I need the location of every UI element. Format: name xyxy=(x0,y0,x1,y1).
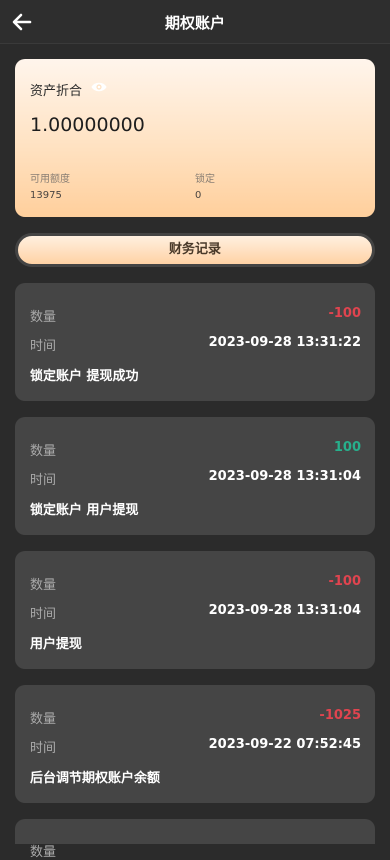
time-value: 2023-09-28 13:31:04 xyxy=(208,603,361,618)
page-title: 期权账户 xyxy=(164,14,225,32)
record-card: 数量 -1025 时间 2023-09-22 07:52:45 后台调节期权账户… xyxy=(15,685,375,803)
record-description: 用户提现 xyxy=(30,637,83,652)
locked-label: 锁定 xyxy=(195,174,215,185)
quantity-value: -100 xyxy=(328,306,361,321)
asset-label: 资产折合 xyxy=(30,84,83,99)
time-label: 时间 xyxy=(30,339,57,354)
quantity-label: 数量 xyxy=(30,444,57,459)
time-label: 时间 xyxy=(30,741,57,756)
record-card: 数量 100 时间 2023-09-28 13:31:04 锁定账户 用户提现 xyxy=(15,417,375,535)
app-header: 期权账户 xyxy=(0,0,390,44)
time-value: 2023-09-22 07:52:45 xyxy=(208,737,361,752)
financial-records-button[interactable]: 财务记录 xyxy=(15,233,375,267)
quantity-value: -1025 xyxy=(319,708,361,723)
quantity-value: -100 xyxy=(328,574,361,589)
record-card: 数量 xyxy=(15,819,375,860)
record-card: 数量 -100 时间 2023-09-28 13:31:04 用户提现 xyxy=(15,551,375,669)
time-value: 2023-09-28 13:31:22 xyxy=(208,335,361,350)
asset-total-value: 1.00000000 xyxy=(30,114,145,136)
quantity-label: 数量 xyxy=(30,578,57,593)
locked-value: 0 xyxy=(195,190,202,201)
record-description: 后台调节期权账户余额 xyxy=(30,771,161,786)
record-description: 锁定账户 提现成功 xyxy=(30,369,139,384)
time-label: 时间 xyxy=(30,607,57,622)
quantity-label: 数量 xyxy=(30,712,57,727)
time-value: 2023-09-28 13:31:04 xyxy=(208,469,361,484)
quantity-value: 100 xyxy=(333,440,361,455)
record-description: 锁定账户 用户提现 xyxy=(30,503,139,518)
asset-summary-card: 资产折合 1.00000000 可用额度 锁定 13975 0 xyxy=(15,59,375,217)
record-card: 数量 -100 时间 2023-09-28 13:31:22 锁定账户 提现成功 xyxy=(15,283,375,401)
available-value: 13975 xyxy=(30,190,62,201)
eye-icon[interactable] xyxy=(91,81,107,93)
quantity-label: 数量 xyxy=(30,310,57,325)
available-label: 可用额度 xyxy=(30,174,70,185)
time-label: 时间 xyxy=(30,473,57,488)
